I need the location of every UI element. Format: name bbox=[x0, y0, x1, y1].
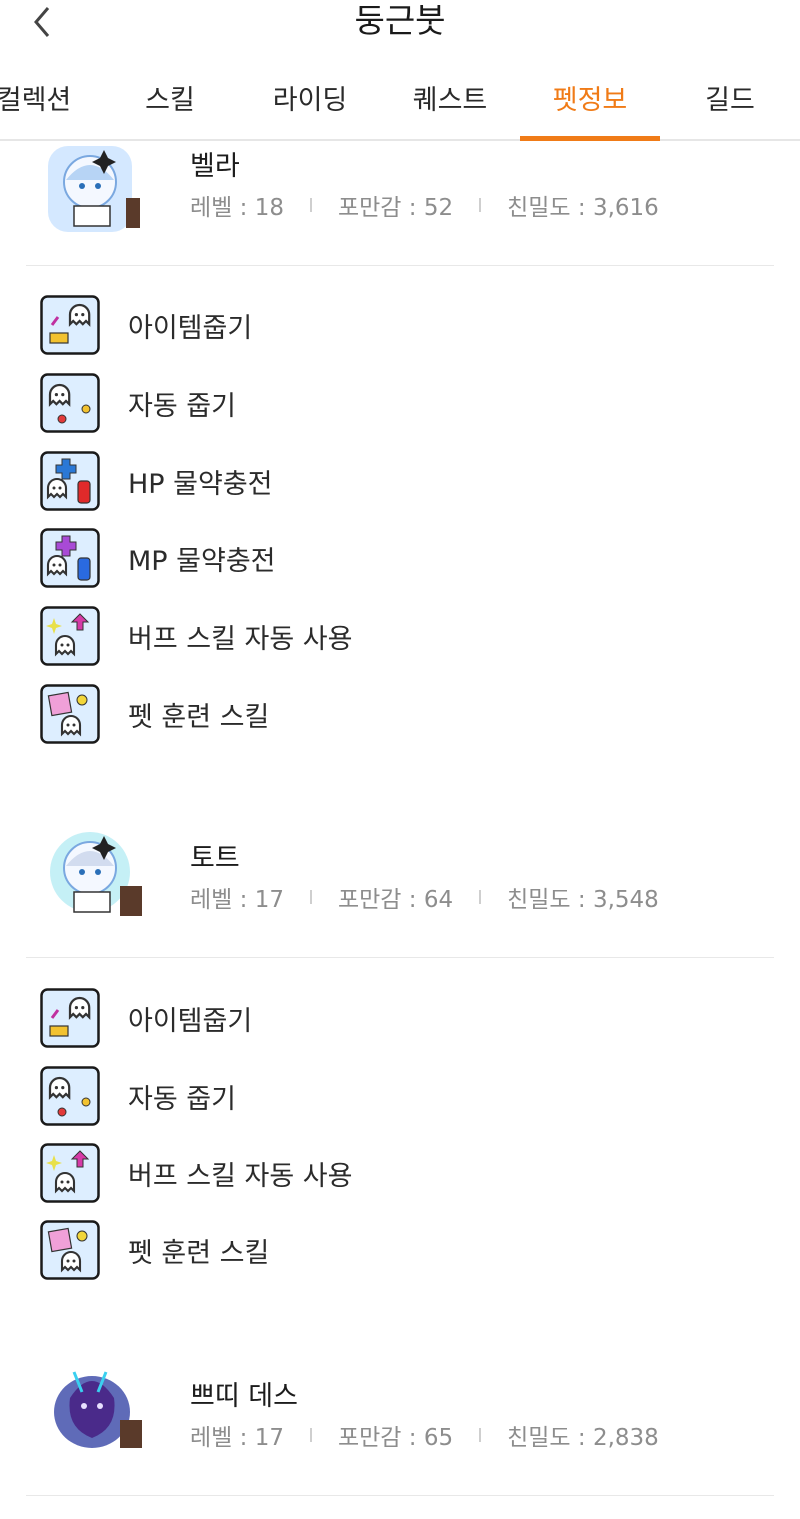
skill-row: 버프 스킬 자동 사용 bbox=[40, 605, 740, 667]
skill-name: 자동 줍기 bbox=[128, 1083, 236, 1115]
tab-bar: 컬렉션 스킬 라이딩 퀘스트 펫정보 길드 bbox=[0, 66, 800, 141]
pet-fullness: 포만감 : 64 bbox=[337, 887, 454, 913]
top-bar: 둥근붓 bbox=[0, 0, 800, 48]
pet-level: 레벨 : 18 bbox=[190, 195, 284, 221]
pet-training-icon bbox=[40, 1220, 100, 1280]
skill-row: 자동 줍기 bbox=[40, 372, 740, 434]
skill-row: 자동 줍기 bbox=[40, 1065, 740, 1127]
pet-training-icon bbox=[40, 684, 100, 744]
skill-name: 자동 줍기 bbox=[128, 390, 236, 422]
divider bbox=[26, 957, 774, 958]
skill-name: MP 물약충전 bbox=[128, 545, 276, 577]
skill-row: HP 물약충전 bbox=[40, 450, 740, 512]
skill-row: 아이템줍기 bbox=[40, 987, 740, 1049]
skill-name: HP 물약충전 bbox=[128, 468, 273, 500]
buff-skill-icon bbox=[40, 1143, 100, 1203]
auto-pickup-icon bbox=[40, 1066, 100, 1126]
pet-avatar-tot bbox=[50, 832, 142, 916]
stat-separator bbox=[309, 198, 312, 212]
skill-name: 아이템줍기 bbox=[128, 1005, 253, 1037]
skill-name: 아이템줍기 bbox=[128, 312, 253, 344]
divider bbox=[26, 1495, 774, 1496]
stat-separator bbox=[309, 1428, 312, 1442]
hp-potion-icon bbox=[40, 451, 100, 511]
pet-avatar-bella bbox=[48, 146, 140, 232]
pet-level: 레벨 : 17 bbox=[190, 1425, 284, 1451]
buff-skill-icon bbox=[40, 606, 100, 666]
pet-fullness: 포만감 : 52 bbox=[337, 195, 454, 221]
skill-row: 아이템줍기 bbox=[40, 294, 740, 356]
skill-name: 펫 훈련 스킬 bbox=[128, 701, 270, 733]
stat-separator bbox=[309, 890, 312, 904]
pet-stats: 레벨 : 17 포만감 : 65 친밀도 : 2,838 bbox=[190, 1418, 659, 1452]
tab-skill[interactable]: 스킬 bbox=[100, 66, 240, 139]
pet-stats: 레벨 : 18 포만감 : 52 친밀도 : 3,616 bbox=[190, 188, 659, 222]
pet-level: 레벨 : 17 bbox=[190, 887, 284, 913]
pet-name: 벨라 bbox=[190, 151, 240, 182]
skill-name: 버프 스킬 자동 사용 bbox=[128, 623, 353, 655]
pet-stats: 레벨 : 17 포만감 : 64 친밀도 : 3,548 bbox=[190, 880, 659, 914]
pet-intimacy: 친밀도 : 3,548 bbox=[507, 887, 659, 913]
tab-guild[interactable]: 길드 bbox=[660, 66, 800, 139]
skill-name: 버프 스킬 자동 사용 bbox=[128, 1160, 353, 1192]
skill-row: MP 물약충전 bbox=[40, 527, 740, 589]
tab-collection[interactable]: 컬렉션 bbox=[0, 66, 104, 139]
stat-separator bbox=[479, 198, 482, 212]
auto-pickup-icon bbox=[40, 373, 100, 433]
tab-quest[interactable]: 퀘스트 bbox=[380, 66, 520, 139]
pet-name: 쁘띠 데스 bbox=[190, 1381, 298, 1412]
tab-pet-info[interactable]: 펫정보 bbox=[520, 66, 660, 141]
stat-separator bbox=[479, 890, 482, 904]
pet-avatar-petit-death bbox=[54, 1371, 142, 1448]
pet-fullness: 포만감 : 65 bbox=[337, 1425, 454, 1451]
pet-intimacy: 친밀도 : 3,616 bbox=[507, 195, 659, 221]
divider bbox=[26, 265, 774, 266]
stat-separator bbox=[479, 1428, 482, 1442]
skill-name: 펫 훈련 스킬 bbox=[128, 1237, 270, 1269]
pet-intimacy: 친밀도 : 2,838 bbox=[507, 1425, 659, 1451]
skill-row: 펫 훈련 스킬 bbox=[40, 1219, 740, 1281]
tab-riding[interactable]: 라이딩 bbox=[240, 66, 380, 139]
skill-row: 펫 훈련 스킬 bbox=[40, 683, 740, 745]
page-title: 둥근붓 bbox=[354, 1, 446, 40]
skill-row: 버프 스킬 자동 사용 bbox=[40, 1142, 740, 1204]
pet-name: 토트 bbox=[190, 843, 240, 874]
mp-potion-icon bbox=[40, 528, 100, 588]
item-pickup-icon bbox=[40, 988, 100, 1048]
item-pickup-icon bbox=[40, 295, 100, 355]
